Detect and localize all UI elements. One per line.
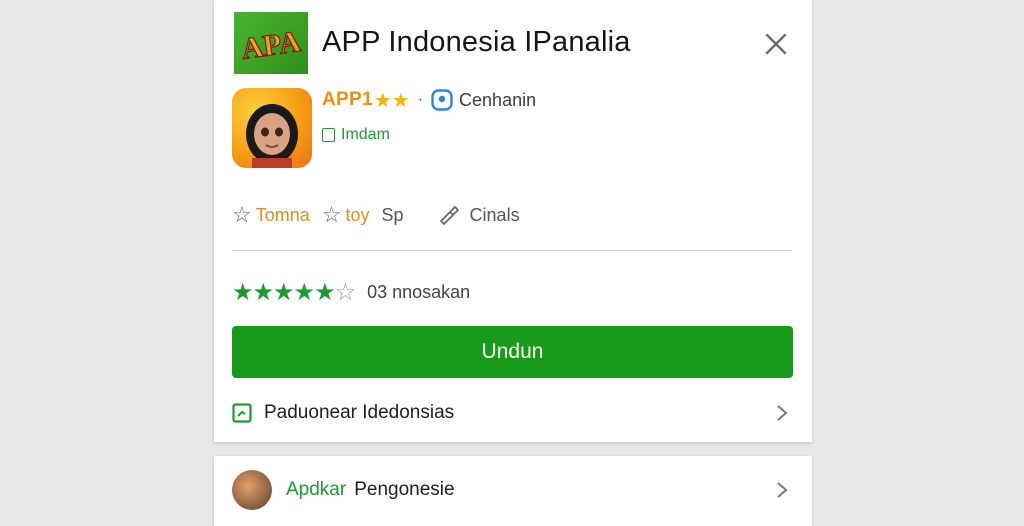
related-row[interactable]: Apdkar Pengonesie bbox=[232, 470, 792, 510]
document-icon bbox=[232, 403, 252, 423]
rate-action[interactable]: ☆ Tomna bbox=[232, 202, 310, 228]
empty-star: ☆ bbox=[334, 279, 356, 306]
app-meta-row: APP1 ★★ · Cenhanin bbox=[322, 88, 536, 112]
app-icon bbox=[232, 88, 312, 168]
related-card: Apdkar Pengonesie bbox=[214, 456, 812, 526]
logo-text: APA bbox=[239, 25, 303, 66]
size-action[interactable]: Sp bbox=[382, 205, 404, 226]
wishlist-action-label: toy bbox=[345, 204, 370, 225]
avatar bbox=[232, 470, 272, 510]
wishlist-action[interactable]: ☆ toy bbox=[322, 202, 370, 228]
close-icon[interactable] bbox=[762, 30, 790, 58]
download-button[interactable]: Undun bbox=[232, 326, 793, 378]
rating-stars: ★★★★★☆ bbox=[232, 278, 356, 307]
chevron-right-icon bbox=[777, 482, 788, 498]
star-outline-icon: ☆ bbox=[321, 202, 342, 227]
star-outline-icon: ☆ bbox=[232, 202, 252, 227]
location-pin-icon bbox=[431, 89, 453, 111]
badge-label: Imdam bbox=[341, 126, 390, 143]
related-label: Pengonesie bbox=[354, 479, 455, 500]
app-stars: ★★ bbox=[373, 89, 410, 112]
info-row-label: Paduonear Idedonsias bbox=[264, 402, 455, 423]
chevron-right-icon bbox=[777, 405, 788, 421]
filled-stars: ★★★★★ bbox=[232, 279, 336, 306]
action-row: ☆ Tomna ☆ toy Sp Cinals bbox=[232, 202, 532, 228]
share-action[interactable]: Cinals bbox=[438, 203, 520, 227]
divider bbox=[232, 250, 792, 251]
document-icon bbox=[322, 128, 335, 142]
app-logo: APA bbox=[234, 12, 308, 74]
rating-row: ★★★★★☆ 03 nnosakan bbox=[232, 278, 470, 307]
install-badge: Imdam bbox=[322, 126, 390, 144]
rate-action-label: Tomna bbox=[255, 204, 310, 225]
app-name: APP1 bbox=[322, 89, 373, 110]
info-row[interactable]: Paduonear Idedonsias bbox=[232, 398, 792, 428]
separator-dot: · bbox=[417, 91, 424, 108]
related-green-label: Apdkar bbox=[286, 479, 347, 500]
developer-name[interactable]: Cenhanin bbox=[459, 90, 536, 111]
page-title: APP Indonesia IPanalia bbox=[322, 26, 631, 58]
size-label: Sp bbox=[381, 204, 404, 225]
share-icon bbox=[439, 206, 459, 225]
rating-count: 03 nnosakan bbox=[367, 282, 471, 302]
app-detail-card: APA APP Indonesia IPanalia APP1 ★★ · Cen… bbox=[214, 0, 812, 442]
share-label: Cinals bbox=[469, 204, 520, 225]
